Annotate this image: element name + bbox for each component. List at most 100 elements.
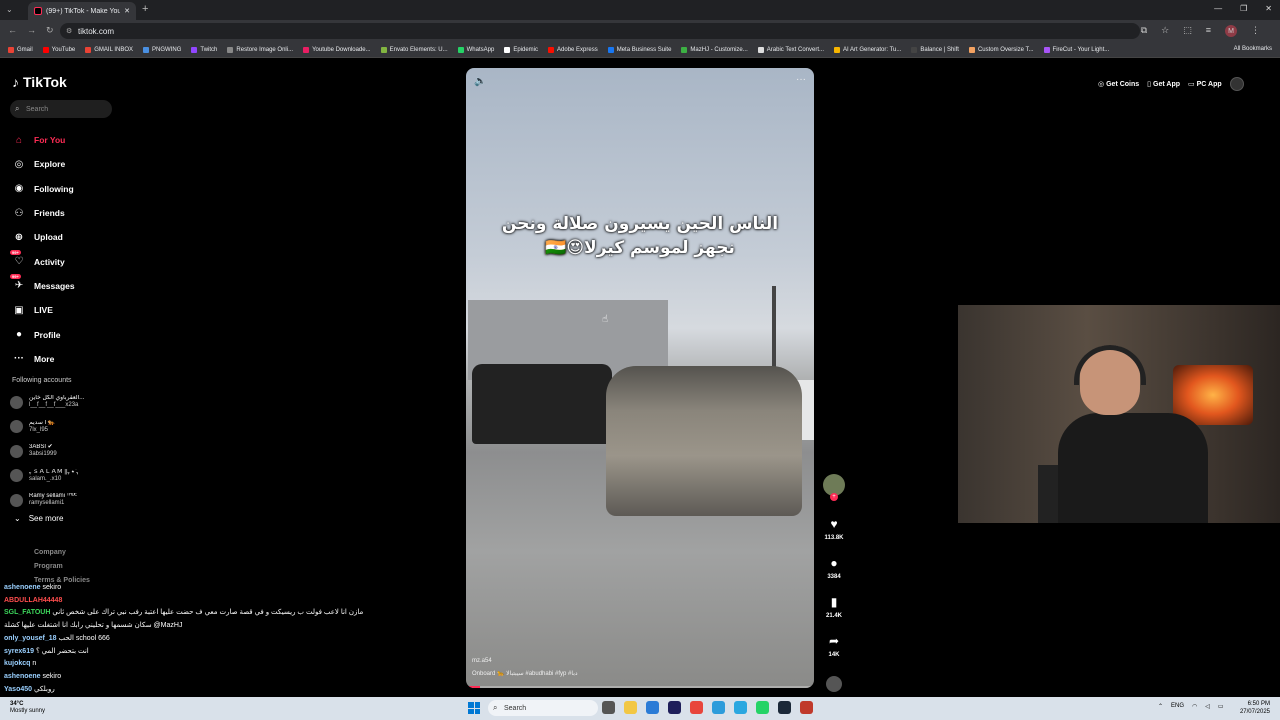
browser-tab[interactable]: (99+) TikTok - Make Your Day ✕ [28,2,136,20]
tiktok-logo[interactable]: ♪ TikTok [12,74,67,90]
url-field[interactable]: ⚙ tiktok.com [60,23,1140,39]
sidebar-item-profile[interactable]: ● Profile [12,322,132,346]
bookmark-item[interactable]: MazHJ - Customize... [681,46,748,53]
maximize-icon[interactable]: ❐ [1240,4,1247,13]
following-account[interactable]: ﮩ ｓＡＬＡＭ ||ﮩ ٰ٭ ﮩ salam._.x10 [10,464,120,489]
get-coins-button[interactable]: ◎ Get Coins [1098,80,1139,89]
taskbar-clock[interactable]: 6:50 PM 27/07/2025 [1240,700,1270,716]
user-avatar[interactable] [1229,77,1244,91]
edge-icon[interactable] [712,701,725,714]
tray-chevron-icon[interactable]: ⌃ [1158,703,1163,710]
video-author[interactable]: mz.a54 [472,658,492,664]
bookmark-item[interactable]: Custom Oversize T... [968,46,1034,53]
telegram-icon[interactable] [734,701,747,714]
bookmark-item[interactable]: Twitch [191,46,217,53]
sidebar-item-following[interactable]: ◉ Following [12,177,132,201]
site-info-icon[interactable]: ⚙ [66,27,72,35]
battery-icon[interactable]: ▭ [1218,703,1224,710]
bookmark-item[interactable]: PNGWING [143,46,181,53]
sidebar-item-messages[interactable]: ✈ 99+ Messages [10,274,132,298]
more-options-icon[interactable]: ··· [796,74,806,85]
chat-message: kujokcq n [4,658,364,671]
close-tab-icon[interactable]: ✕ [124,7,130,15]
chrome-icon[interactable] [690,701,703,714]
close-window-icon[interactable]: ✕ [1265,4,1272,13]
following-account[interactable]: Ramy sellami ᵀᴴᴰᴱ ramysellami1 [10,488,120,513]
bookmark-icon [42,46,49,53]
bookmark-item[interactable]: YouTube [42,46,75,53]
file-explorer-icon[interactable] [624,701,637,714]
bookmark-item[interactable]: Youtube Downloade... [303,46,371,53]
sidebar-item-explore[interactable]: ◎ Explore [12,152,132,176]
footer-company[interactable]: Company [34,546,90,560]
extensions-icon[interactable]: ⬚ [1183,25,1192,37]
pc-app-button[interactable]: ▭ PC App [1188,80,1222,89]
install-icon[interactable]: ⧉ [1141,25,1147,37]
bookmark-item[interactable]: AI Art Generator: Tu... [834,46,901,53]
menu-icon[interactable]: ⋮ [1251,25,1260,37]
star-icon[interactable]: ☆ [1161,25,1169,37]
see-more-button[interactable]: ⌄ See more [14,514,63,523]
video-actions: + ♥ 113.8K ● 3384 ▮ 21.4K ➦ 14K [820,474,848,692]
bookmark-item[interactable]: Restore Image Onli... [227,46,293,53]
creator-avatar[interactable]: + [823,474,845,501]
bookmark-button[interactable]: ▮ 21.4K [820,594,848,633]
following-account[interactable]: العقرباوي الكل خاين... l__f__f__f___x23a [10,390,120,415]
heart-button[interactable]: ♥ 113.8K [820,516,848,555]
minimize-icon[interactable]: — [1214,4,1222,13]
app-icon[interactable] [800,701,813,714]
sidebar-item-upload[interactable]: ⊕ Upload [12,225,132,249]
bookmark-item[interactable]: Arabic Text Convert... [757,46,824,53]
bookmark-item[interactable]: WhatsApp [457,46,494,53]
taskbar-search[interactable]: ⌕ Search [488,700,598,716]
store-icon[interactable] [646,701,659,714]
tab-search-icon[interactable]: ⌄ [6,5,13,14]
bookmark-item[interactable]: Gmail [8,46,33,53]
premiere-icon[interactable] [668,701,681,714]
back-icon[interactable]: ← [8,25,17,36]
bookmark-item[interactable]: Adobe Express [548,46,598,53]
sidebar-item-for-you[interactable]: ⌂ For You [12,128,132,152]
windows-start-icon[interactable] [468,702,480,714]
following-account[interactable]: ا سديم 🐅 7lx_l95 [10,415,120,440]
sidebar-item-more[interactable]: ··· More [12,347,132,371]
music-disc-icon[interactable] [826,676,842,692]
sidebar-item-friends[interactable]: ⚇ Friends [12,201,132,225]
speaker-icon[interactable]: ◁ [1205,703,1210,710]
wifi-icon[interactable]: ◠ [1192,703,1197,710]
all-bookmarks-button[interactable]: All Bookmarks [1234,46,1272,52]
task-view-icon[interactable] [602,701,615,714]
volume-icon[interactable]: 🔈 [474,76,486,87]
media-icon[interactable]: ≡ [1206,25,1211,37]
reload-icon[interactable]: ↻ [46,25,54,36]
bookmark-item[interactable]: Meta Business Suite [607,46,671,53]
profile-avatar[interactable]: M [1225,25,1237,37]
taskbar-search-icon: ⌕ [493,703,498,712]
bookmark-item[interactable]: Balance | Shift [911,46,959,53]
share-button[interactable]: ➦ 14K [820,633,848,672]
sidebar-item-activity[interactable]: ♡ 99+ Activity [10,249,132,273]
bookmark-item[interactable]: Envato Elements: U... [380,46,448,53]
bookmark-item[interactable]: Epidemic [504,46,538,53]
whatsapp-icon[interactable] [756,701,769,714]
get-app-button[interactable]: ▯ Get App [1147,80,1180,89]
bookmark-item[interactable]: FireCut - Your Light... [1043,46,1109,53]
avatar [10,420,23,434]
video-player[interactable]: 🔈 ··· الناس الحين يسيرون صلالة ونحن نجهز… [466,68,814,688]
footer-program[interactable]: Program [34,560,90,574]
forward-icon[interactable]: → [27,25,36,36]
video-progress-bar[interactable] [466,686,814,688]
new-tab-icon[interactable]: + [142,3,148,15]
streamer [1038,345,1208,523]
weather-desc: Mostly sunny [10,708,46,714]
follow-plus-icon[interactable]: + [830,493,838,501]
comment-button[interactable]: ● 3384 [820,555,848,594]
bookmark-label: Balance | Shift [920,46,959,53]
search-input[interactable]: ⌕ Search [10,100,112,118]
language-indicator[interactable]: ENG [1171,703,1184,710]
bookmark-item[interactable]: GMAIL INBOX [85,46,133,53]
sidebar-item-live[interactable]: ▣ LIVE [12,298,132,322]
following-account[interactable]: 3ABSI ✔ 3absi1999 [10,439,120,464]
weather-widget[interactable]: 34°C Mostly sunny [10,701,45,715]
steam-icon[interactable] [778,701,791,714]
